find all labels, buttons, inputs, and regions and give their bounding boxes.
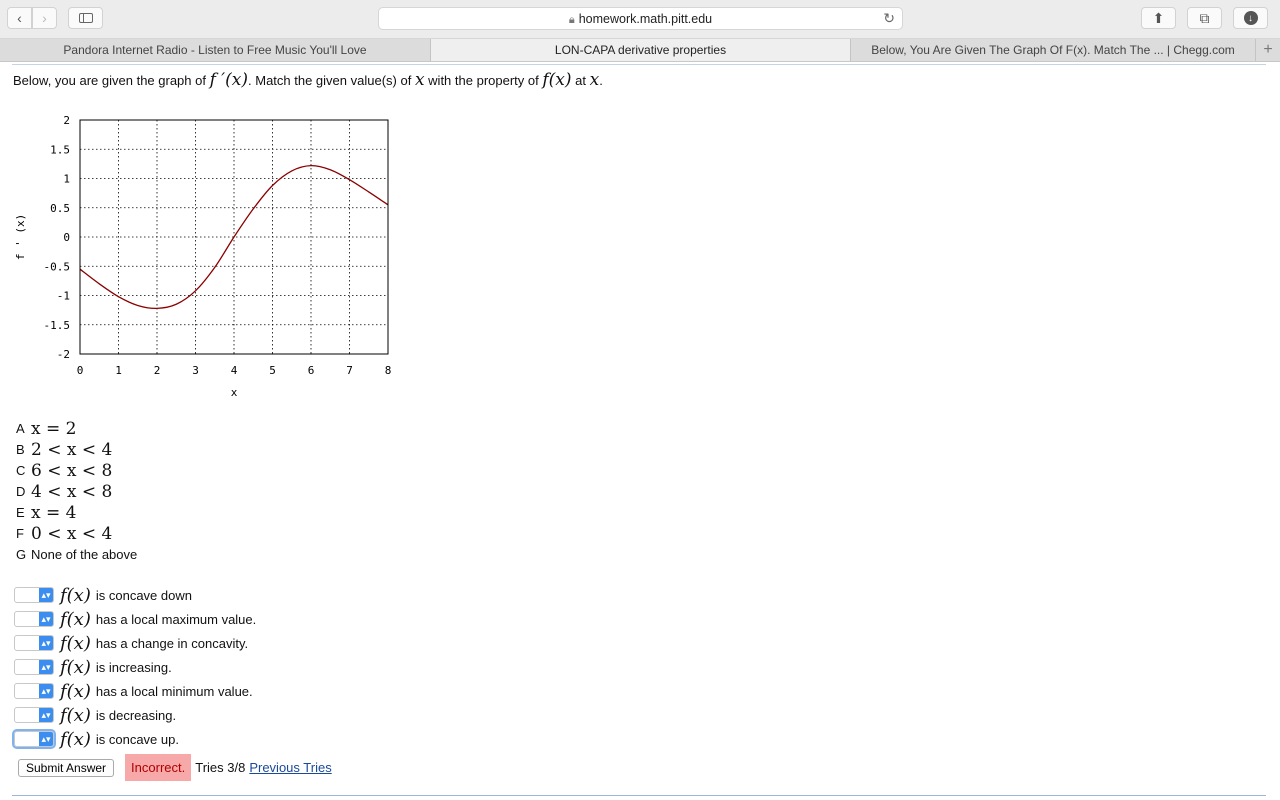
match-select[interactable]: ▴▾ <box>14 707 54 723</box>
updown-icon: ▴▾ <box>39 636 53 650</box>
match-select[interactable]: ▴▾ <box>14 587 54 603</box>
tabs-overview-button[interactable]: ⧉ <box>1187 7 1222 29</box>
x-tick-label: 7 <box>346 364 353 377</box>
lock-icon: 🔒︎ <box>568 14 575 26</box>
updown-icon: ▴▾ <box>39 684 53 698</box>
y-tick-label: -1 <box>57 290 70 303</box>
match-row: ▴▾ f(x) is increasing. <box>14 655 256 679</box>
x-tick-label: 1 <box>115 364 122 377</box>
match-select[interactable]: ▴▾ <box>14 683 54 699</box>
y-tick-label: -2 <box>57 348 70 361</box>
x-math: x <box>414 70 425 90</box>
updown-icon: ▴▾ <box>39 612 53 626</box>
match-select[interactable]: ▴▾ <box>14 659 54 675</box>
match-select[interactable]: ▴▾ <box>14 635 54 651</box>
address-bar[interactable]: 🔒︎ homework.math.pitt.edu ↻ <box>378 7 903 30</box>
x-tick-label: 8 <box>385 364 392 377</box>
fprime-math: f ′(x) <box>209 70 249 90</box>
match-row: ▴▾ f(x) is decreasing. <box>14 703 256 727</box>
match-row: ▴▾ f(x) is concave down <box>14 583 256 607</box>
submit-row: Submit Answer Incorrect. Tries 3/8 Previ… <box>18 754 332 781</box>
x-tick-label: 3 <box>192 364 199 377</box>
incorrect-badge: Incorrect. <box>125 754 192 781</box>
y-axis-label: f ' (x) <box>14 214 27 260</box>
tries-count: Tries 3/8 <box>195 760 246 775</box>
option-a: Ax = 2 <box>16 418 77 439</box>
download-icon: ↓ <box>1243 11 1258 25</box>
y-tick-label: 0 <box>63 231 70 244</box>
y-tick-label: -0.5 <box>44 260 71 273</box>
y-tick-label: 1 <box>63 173 70 186</box>
share-icon: ⬆︎ <box>1152 9 1165 26</box>
new-tab-button[interactable]: + <box>1256 39 1280 61</box>
match-row: ▴▾ f(x) has a local maximum value. <box>14 607 256 631</box>
match-row: ▴▾ f(x) is concave up. <box>12 727 256 751</box>
previous-tries-link[interactable]: Previous Tries <box>249 760 331 775</box>
sidebar-icon <box>78 13 93 23</box>
url-text: homework.math.pitt.edu <box>578 12 713 26</box>
tab-loncapa[interactable]: LON-CAPA derivative properties <box>431 39 851 61</box>
chevron-right-icon: › <box>42 10 47 26</box>
match-row: ▴▾ f(x) has a local minimum value. <box>14 679 256 703</box>
x-tick-label: 0 <box>77 364 84 377</box>
updown-icon: ▴▾ <box>39 708 53 722</box>
tabs-icon: ⧉ <box>1199 9 1210 26</box>
content-bottom-divider <box>12 795 1266 796</box>
x-tick-label: 2 <box>154 364 161 377</box>
y-tick-label: -1.5 <box>44 319 71 332</box>
tab-chegg[interactable]: Below, You Are Given The Graph Of F(x). … <box>851 39 1256 61</box>
browser-toolbar: ‹ › 🔒︎ homework.math.pitt.edu ↻ ⬆︎ ⧉ ↓ <box>0 0 1280 39</box>
x-tick-label: 5 <box>269 364 276 377</box>
x-math: x <box>589 70 600 90</box>
sidebar-button[interactable] <box>68 7 103 29</box>
y-tick-label: 2 <box>63 114 70 127</box>
x-tick-label: 4 <box>231 364 238 377</box>
option-e: Ex = 4 <box>16 502 77 523</box>
updown-icon: ▴▾ <box>39 588 53 602</box>
fprime-curve <box>79 164 389 310</box>
back-button[interactable]: ‹ <box>7 7 32 29</box>
share-button[interactable]: ⬆︎ <box>1141 7 1176 29</box>
match-select[interactable]: ▴▾ <box>14 611 54 627</box>
x-axis-label: x <box>231 386 238 399</box>
match-list: ▴▾ f(x) is concave down ▴▾ f(x) has a loca… <box>12 583 256 751</box>
y-tick-label: 0.5 <box>50 202 70 215</box>
option-d: D4 < x < 8 <box>16 481 113 502</box>
match-select[interactable]: ▴▾ <box>12 729 56 749</box>
chevron-left-icon: ‹ <box>17 10 22 26</box>
updown-icon: ▴▾ <box>39 732 53 746</box>
derivative-graph: 2 1.5 1 0.5 0 -0.5 -1 -1.5 -2 0 1 2 3 4 5 6 7 8 x f ' (x… <box>14 114 392 399</box>
x-tick-label: 6 <box>308 364 315 377</box>
plus-icon: + <box>1263 41 1273 58</box>
downloads-button[interactable]: ↓ <box>1233 7 1268 29</box>
submit-answer-button[interactable]: Submit Answer <box>18 758 115 777</box>
updown-icon: ▴▾ <box>39 660 53 674</box>
match-row: ▴▾ f(x) has a change in concavity. <box>14 631 256 655</box>
options-list: Ax = 2 B2 < x < 4 C6 < x < 8 D4 < x < 8 … <box>16 418 137 565</box>
option-f: F0 < x < 4 <box>16 523 113 544</box>
option-c: C6 < x < 8 <box>16 460 113 481</box>
option-g: G None of the above <box>16 547 138 562</box>
tab-bar: Pandora Internet Radio - Listen to Free … <box>0 39 1280 62</box>
y-tick-label: 1.5 <box>50 143 70 156</box>
option-b: B2 < x < 4 <box>16 439 113 460</box>
content-top-divider <box>12 64 1266 65</box>
reload-icon[interactable]: ↻ <box>883 10 895 27</box>
forward-button[interactable]: › <box>32 7 57 29</box>
question-text: Below, you are given the graph of f ′(x)… <box>13 70 603 90</box>
fx-math: f(x) <box>542 70 572 90</box>
tab-pandora[interactable]: Pandora Internet Radio - Listen to Free … <box>0 39 431 61</box>
